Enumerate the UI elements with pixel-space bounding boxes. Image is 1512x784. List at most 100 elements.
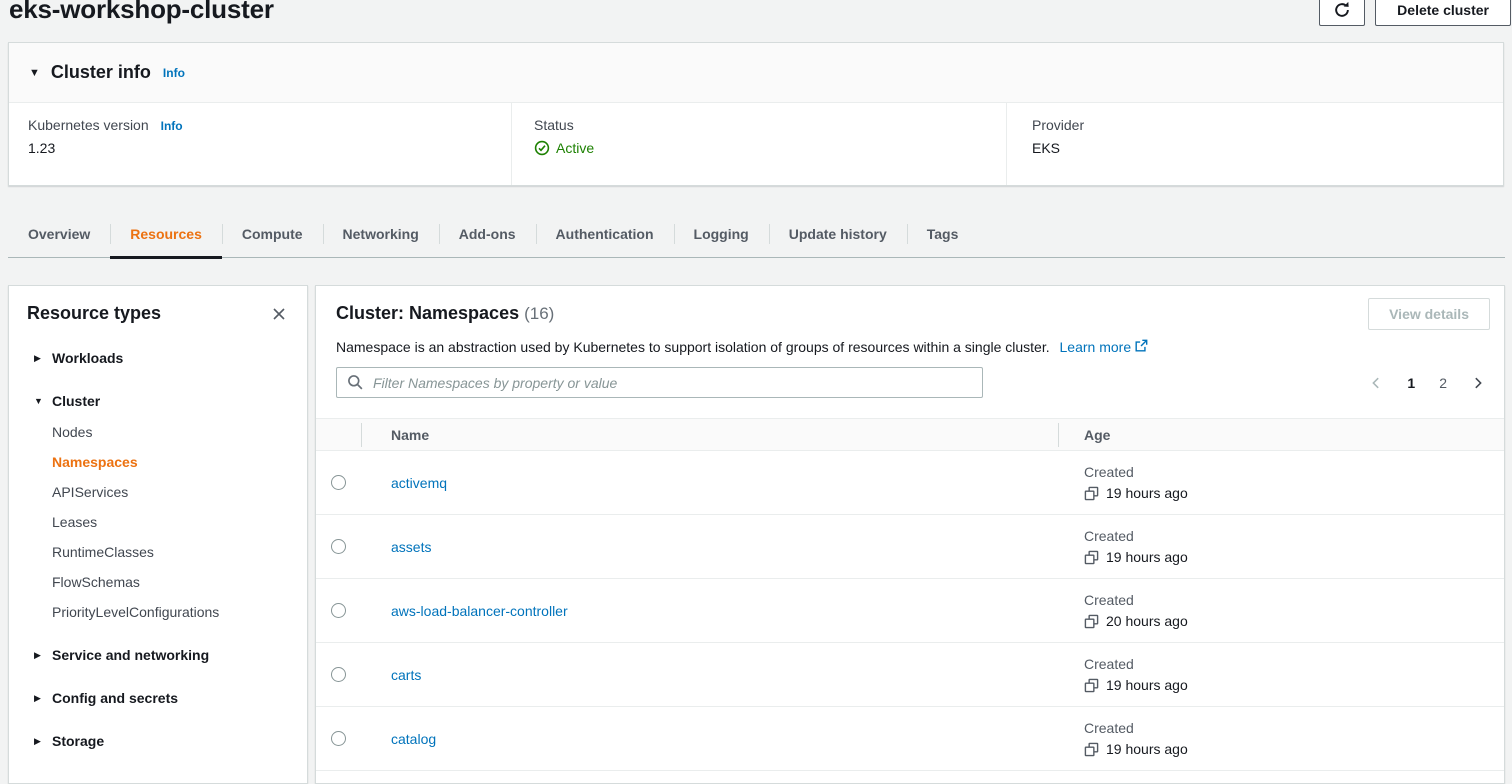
sidebar-item-flowschemas[interactable]: FlowSchemas: [52, 572, 307, 592]
namespace-link[interactable]: activemq: [391, 475, 447, 491]
provider-value: EKS: [1032, 140, 1503, 156]
cluster-info-body: Kubernetes version Info 1.23 Status Acti…: [9, 103, 1503, 185]
namespaces-panel: Cluster: Namespaces(16) View details Nam…: [315, 285, 1505, 784]
kubernetes-version-info-link[interactable]: Info: [161, 119, 183, 133]
sidebar-item-prioritylevelconfigurations[interactable]: PriorityLevelConfigurations: [52, 602, 307, 622]
cluster-info-info-link[interactable]: Info: [163, 66, 185, 80]
sidebar-item-nodes[interactable]: Nodes: [52, 422, 307, 442]
tab-overview[interactable]: Overview: [8, 211, 110, 257]
sidebar-section-cluster[interactable]: ▼ Cluster: [34, 391, 307, 411]
page-title: eks-workshop-cluster: [9, 0, 274, 25]
sidebar-item-apiservices[interactable]: APIServices: [52, 482, 307, 502]
namespace-link[interactable]: catalog: [391, 731, 436, 747]
row-radio-button[interactable]: [331, 667, 346, 682]
copy-icon[interactable]: [1084, 742, 1099, 757]
table-row: activemq Created 19 hours ago: [316, 451, 1504, 515]
namespace-link[interactable]: aws-load-balancer-controller: [391, 603, 568, 619]
previous-page-icon[interactable]: [1365, 374, 1387, 392]
tab-authentication[interactable]: Authentication: [536, 211, 674, 257]
age-value: 19 hours ago: [1106, 677, 1188, 693]
header-actions: Delete cluster: [1319, 0, 1511, 26]
table-row: aws-load-balancer-controller Created 20 …: [316, 579, 1504, 643]
table-header-row: Name Age: [316, 418, 1504, 451]
age-value: 19 hours ago: [1106, 549, 1188, 565]
copy-icon[interactable]: [1084, 550, 1099, 565]
refresh-icon: [1333, 1, 1351, 19]
name-column-header: Name: [361, 427, 1058, 443]
age-value: 19 hours ago: [1106, 485, 1188, 501]
sidebar-section-service-and-networking[interactable]: ▶ Service and networking: [34, 645, 307, 665]
sidebar-item-runtimeclasses[interactable]: RuntimeClasses: [52, 542, 307, 562]
refresh-button[interactable]: [1319, 0, 1365, 26]
cluster-info-card: ▼ Cluster info Info Kubernetes version I…: [8, 42, 1504, 186]
sidebar-section-config-and-secrets[interactable]: ▶ Config and secrets: [34, 688, 307, 708]
cluster-tabs: Overview Resources Compute Networking Ad…: [8, 211, 1505, 258]
page-1-button[interactable]: 1: [1403, 373, 1419, 393]
age-created-label: Created: [1084, 592, 1504, 608]
status-value: Active: [556, 140, 594, 156]
external-link-icon: [1134, 340, 1148, 356]
provider-label: Provider: [1032, 117, 1084, 133]
table-row: carts Created 19 hours ago: [316, 643, 1504, 707]
learn-more-link[interactable]: Learn more: [1060, 339, 1149, 355]
check-circle-icon: [534, 140, 550, 156]
section-label: Service and networking: [52, 647, 209, 663]
chevron-down-icon: ▼: [34, 396, 44, 406]
row-radio-button[interactable]: [331, 475, 346, 490]
close-icon[interactable]: [269, 304, 289, 324]
row-radio-button[interactable]: [331, 539, 346, 554]
page-2-button[interactable]: 2: [1435, 373, 1451, 393]
row-radio-button[interactable]: [331, 603, 346, 618]
chevron-right-icon: ▶: [34, 353, 44, 364]
tab-update-history[interactable]: Update history: [769, 211, 907, 257]
resource-types-panel: Resource types ▶ Workloads ▼ Cluster Nod…: [8, 285, 308, 784]
pagination: 1 2: [1365, 373, 1489, 393]
learn-more-text: Learn more: [1060, 339, 1132, 355]
chevron-right-icon: ▶: [34, 736, 44, 747]
provider-field: Provider EKS: [1006, 103, 1503, 185]
namespaces-heading-text: Cluster: Namespaces: [336, 303, 519, 323]
copy-icon[interactable]: [1084, 678, 1099, 693]
status-field: Status Active: [511, 103, 1006, 185]
resource-types-title: Resource types: [27, 303, 161, 324]
collapse-caret-icon: ▼: [29, 67, 40, 79]
copy-icon[interactable]: [1084, 614, 1099, 629]
age-created-label: Created: [1084, 656, 1504, 672]
namespace-link[interactable]: carts: [391, 667, 421, 683]
age-created-label: Created: [1084, 720, 1504, 736]
section-label: Storage: [52, 733, 104, 749]
status-label: Status: [534, 117, 574, 133]
sidebar-section-storage[interactable]: ▶ Storage: [34, 731, 307, 751]
copy-icon[interactable]: [1084, 486, 1099, 501]
row-radio-button[interactable]: [331, 731, 346, 746]
age-created-label: Created: [1084, 464, 1504, 480]
cluster-info-title: Cluster info: [51, 62, 151, 83]
filter-namespaces-input[interactable]: [336, 367, 983, 398]
resource-types-tree: ▶ Workloads ▼ Cluster Nodes Namespaces A…: [9, 334, 307, 751]
sidebar-item-leases[interactable]: Leases: [52, 512, 307, 532]
chevron-right-icon: ▶: [34, 693, 44, 704]
age-value: 19 hours ago: [1106, 741, 1188, 757]
delete-cluster-button[interactable]: Delete cluster: [1375, 0, 1511, 26]
age-created-label: Created: [1084, 528, 1504, 544]
tab-resources[interactable]: Resources: [110, 211, 222, 257]
age-column-header: Age: [1058, 427, 1504, 443]
chevron-right-icon: ▶: [34, 650, 44, 661]
section-label: Workloads: [52, 350, 123, 366]
tab-tags[interactable]: Tags: [907, 211, 979, 257]
cluster-info-header[interactable]: ▼ Cluster info Info: [9, 43, 1503, 103]
sidebar-section-workloads[interactable]: ▶ Workloads: [34, 348, 307, 368]
namespace-link[interactable]: assets: [391, 539, 431, 555]
tab-networking[interactable]: Networking: [323, 211, 439, 257]
age-value: 20 hours ago: [1106, 613, 1188, 629]
tab-add-ons[interactable]: Add-ons: [439, 211, 536, 257]
next-page-icon[interactable]: [1467, 374, 1489, 392]
kubernetes-version-label: Kubernetes version: [28, 117, 149, 133]
tab-compute[interactable]: Compute: [222, 211, 323, 257]
namespaces-table: Name Age activemq Created 19 hours ago a…: [316, 418, 1504, 771]
view-details-button[interactable]: View details: [1368, 298, 1490, 330]
sidebar-item-namespaces[interactable]: Namespaces: [52, 452, 307, 472]
table-row: catalog Created 19 hours ago: [316, 707, 1504, 771]
namespaces-description: Namespace is an abstraction used by Kube…: [316, 339, 1504, 356]
tab-logging[interactable]: Logging: [674, 211, 769, 257]
